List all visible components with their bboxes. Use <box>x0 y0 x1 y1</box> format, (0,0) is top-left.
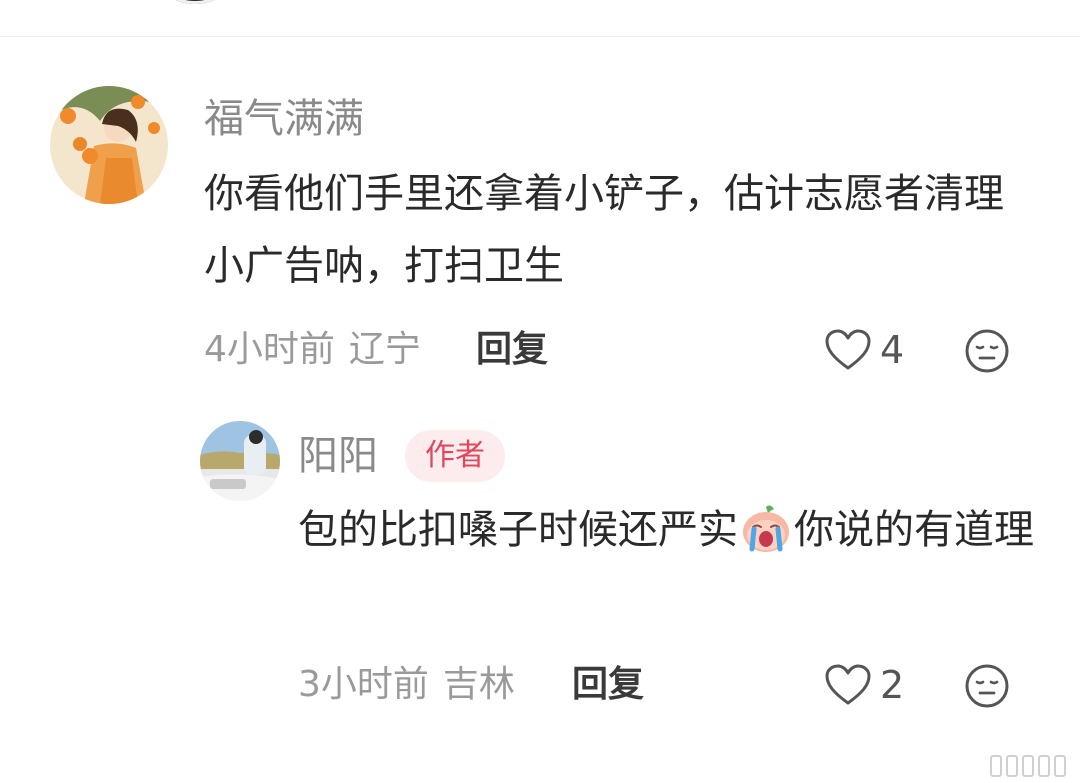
dislike-button[interactable] <box>964 328 1010 374</box>
neutral-face-icon <box>965 664 1009 708</box>
reply-text-part: 包的比扣嗓子时候还严实 <box>298 507 738 553</box>
previous-comment-avatar[interactable] <box>155 0 235 4</box>
watermark-logo <box>990 755 1066 777</box>
reply-text: 包的比扣嗓子时候还严实 你说的有道理 <box>298 494 1038 566</box>
divider <box>0 36 1080 37</box>
like-button[interactable]: 2 <box>824 661 904 709</box>
heart-icon <box>825 664 871 705</box>
dislike-button[interactable] <box>964 663 1010 709</box>
like-count: 2 <box>880 663 905 707</box>
reply-location: 吉林 <box>442 664 515 705</box>
heart-icon <box>825 329 871 370</box>
reply-text-part: 你说的有道理 <box>794 507 1034 553</box>
author-badge: 作者 <box>405 430 505 482</box>
reply-time: 3小时前 <box>298 664 429 705</box>
comment-location: 辽宁 <box>348 329 421 370</box>
crying-face-emoji <box>743 505 789 552</box>
like-count: 4 <box>880 328 905 372</box>
neutral-face-icon <box>965 329 1009 373</box>
comment-thread: 福气满满 你看他们手里还拿着小铲子，估计志愿者清理小广告呐，打扫卫生 4小时前辽… <box>0 0 1080 783</box>
reply-meta: 3小时前 吉林 <box>298 667 515 703</box>
avatar[interactable] <box>50 86 168 204</box>
like-button[interactable]: 4 <box>824 326 904 374</box>
avatar[interactable] <box>200 421 280 501</box>
username[interactable]: 福气满满 <box>204 99 364 139</box>
reply-button[interactable]: 回复 <box>572 667 644 703</box>
comment-meta: 4小时前 辽宁 <box>204 332 421 368</box>
reply-username[interactable]: 阳阳 <box>298 436 378 476</box>
comment-time: 4小时前 <box>204 329 335 370</box>
comment-text: 你看他们手里还拿着小铲子，估计志愿者清理小广告呐，打扫卫生 <box>204 171 1004 289</box>
reply-button[interactable]: 回复 <box>476 332 548 368</box>
